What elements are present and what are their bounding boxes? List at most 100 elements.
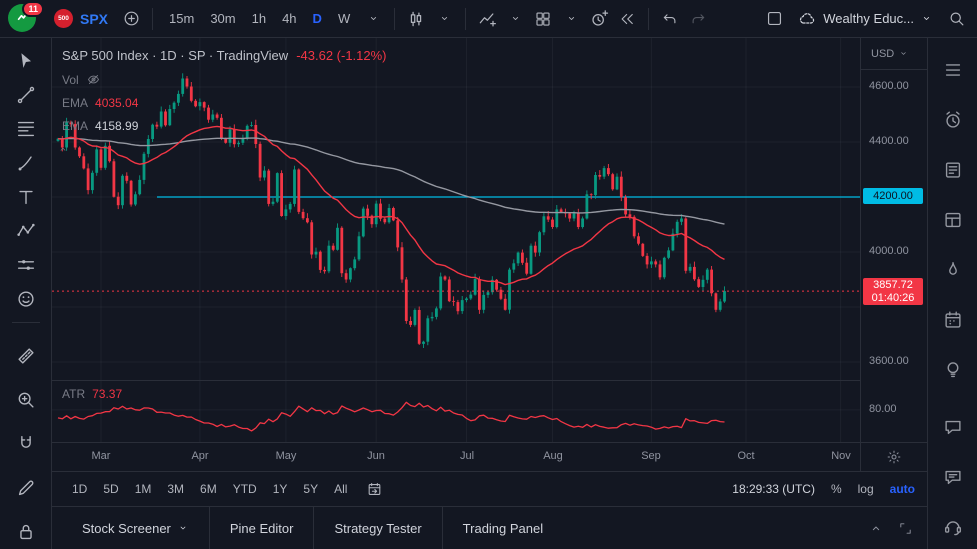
layout-grid-icon[interactable]: [530, 6, 556, 32]
timeframe-W[interactable]: W: [330, 6, 358, 32]
range-All[interactable]: All: [326, 479, 355, 499]
tool-brush[interactable]: [8, 146, 44, 180]
timeframe-D[interactable]: D: [305, 6, 330, 32]
right-sidebar: [927, 38, 977, 549]
app-logo[interactable]: 11: [8, 0, 44, 34]
chart-type-dropdown-icon[interactable]: [431, 6, 457, 32]
time-axis[interactable]: Mar Apr May Jun Jul Aug Sep Oct Nov: [52, 442, 927, 471]
clock[interactable]: 18:29:33 (UTC): [732, 482, 815, 496]
alerts-icon: [942, 109, 964, 131]
undo-icon[interactable]: [657, 6, 683, 32]
toolbar-divider: [648, 7, 650, 30]
timeframe-1h[interactable]: 1h: [244, 6, 274, 32]
lock-icon: [15, 521, 37, 543]
sidebar-item-data-window[interactable]: [935, 202, 971, 238]
price-axis[interactable]: USD 4200.00 3857.72 01:40:26 80.00 4600.…: [860, 38, 927, 442]
tool-trend-line[interactable]: [8, 78, 44, 112]
add-symbol-icon[interactable]: [118, 6, 144, 32]
sidebar-item-watchlist[interactable]: [935, 52, 971, 88]
tool-cursor[interactable]: [8, 44, 44, 78]
tool-long-short-position[interactable]: [8, 248, 44, 282]
range-YTD[interactable]: YTD: [225, 479, 265, 499]
tool-zoom-in[interactable]: [8, 383, 44, 417]
toolbar-divider: [152, 7, 154, 30]
create-alert-icon[interactable]: [586, 6, 612, 32]
open-panel-icon[interactable]: [868, 520, 884, 536]
maximize-panel-icon[interactable]: [898, 521, 913, 536]
chart-settings-icon[interactable]: [886, 449, 902, 465]
square-icon[interactable]: [761, 6, 787, 32]
tool-fib-retracement[interactable]: [8, 112, 44, 146]
chart-type-icon[interactable]: [403, 6, 429, 32]
tool-text[interactable]: [8, 180, 44, 214]
sidebar-item-alerts[interactable]: [935, 102, 971, 138]
tool-magnet[interactable]: [8, 427, 44, 461]
log-scale-button[interactable]: log: [858, 482, 874, 496]
symbol-name: SPX: [80, 10, 109, 27]
sidebar-item-ideas[interactable]: [935, 352, 971, 388]
sidebar-item-news[interactable]: [935, 152, 971, 188]
calendar-icon: [942, 309, 964, 331]
sidebar-item-public-chats[interactable]: [935, 459, 971, 495]
range-toolbar: 1D 5D 1M 3M 6M YTD 1Y 5Y All 18:29:33 (UTC) % lo…: [52, 471, 927, 506]
timeframe-dropdown-icon[interactable]: [360, 6, 386, 32]
search-icon[interactable]: [943, 6, 969, 32]
layout-dropdown-icon[interactable]: [558, 6, 584, 32]
range-5D[interactable]: 5D: [95, 479, 126, 499]
go-to-date-icon[interactable]: [361, 476, 387, 502]
sidebar-item-private-chats[interactable]: [935, 409, 971, 445]
axis-corner: [860, 443, 927, 471]
hline-price-badge[interactable]: 4200.00: [863, 188, 923, 204]
indicators-dropdown-icon[interactable]: [502, 6, 528, 32]
redo-icon[interactable]: [685, 6, 711, 32]
volume-label: Vol: [62, 72, 79, 87]
tab-trading-panel[interactable]: Trading Panel: [441, 507, 563, 549]
tool-xabcd-pattern[interactable]: [8, 214, 44, 248]
tool-draw[interactable]: [8, 471, 44, 505]
time-axis-labels[interactable]: Mar Apr May Jun Jul Aug Sep Oct Nov: [52, 443, 860, 471]
tool-emoji[interactable]: [8, 282, 44, 316]
tab-stock-screener[interactable]: Stock Screener: [62, 507, 209, 549]
time-label-Jun: Jun: [367, 450, 385, 462]
chevron-up-icon: [57, 143, 69, 155]
sidebar-item-support[interactable]: [935, 509, 971, 545]
tab-pine-editor[interactable]: Pine Editor: [208, 507, 314, 549]
draw-icon: [15, 477, 37, 499]
time-label-Jul: Jul: [459, 450, 475, 462]
support-icon: [942, 516, 964, 538]
timeframe-30m[interactable]: 30m: [202, 6, 243, 32]
layout-name-button[interactable]: Wealthy Educ...: [791, 9, 939, 29]
xabcd-icon: [15, 220, 37, 242]
range-1M[interactable]: 1M: [127, 479, 160, 499]
symbol-logo: 500: [54, 9, 73, 28]
toolbar-divider: [394, 7, 396, 30]
eye-hidden-icon[interactable]: [86, 72, 101, 87]
indicators-icon[interactable]: [474, 6, 500, 32]
collapse-legend-icon[interactable]: [55, 141, 71, 157]
symbol-search-button[interactable]: 500 SPX: [46, 9, 116, 28]
sidebar-item-calendar[interactable]: [935, 302, 971, 338]
range-5Y[interactable]: 5Y: [295, 479, 326, 499]
tool-lock-all-drawings[interactable]: [8, 515, 44, 549]
range-6M[interactable]: 6M: [192, 479, 225, 499]
chart-panes[interactable]: S&P 500 Index · 1D · SP · TradingView -4…: [52, 38, 860, 442]
timeframe-4h[interactable]: 4h: [274, 6, 304, 32]
percent-scale-button[interactable]: %: [831, 482, 842, 496]
trend-icon: [15, 84, 37, 106]
public-chats-icon: [942, 466, 964, 488]
timeframe-15m[interactable]: 15m: [161, 6, 202, 32]
chart-legend: S&P 500 Index · 1D · SP · TradingView -4…: [62, 48, 387, 133]
tab-strategy-tester[interactable]: Strategy Tester: [313, 507, 441, 549]
text-icon: [15, 186, 37, 208]
symbol-title-text[interactable]: S&P 500 Index · 1D · SP · TradingView: [62, 48, 288, 63]
time-label-Sep: Sep: [641, 450, 661, 462]
auto-scale-button[interactable]: auto: [890, 482, 915, 496]
currency-selector[interactable]: USD: [861, 38, 927, 70]
tool-measure[interactable]: [8, 339, 44, 373]
range-1Y[interactable]: 1Y: [265, 479, 296, 499]
price-label: 4600.00: [869, 80, 909, 92]
sidebar-item-hotlists[interactable]: [935, 252, 971, 288]
bar-replay-icon[interactable]: [614, 6, 640, 32]
range-3M[interactable]: 3M: [159, 479, 192, 499]
range-1D[interactable]: 1D: [64, 479, 95, 499]
